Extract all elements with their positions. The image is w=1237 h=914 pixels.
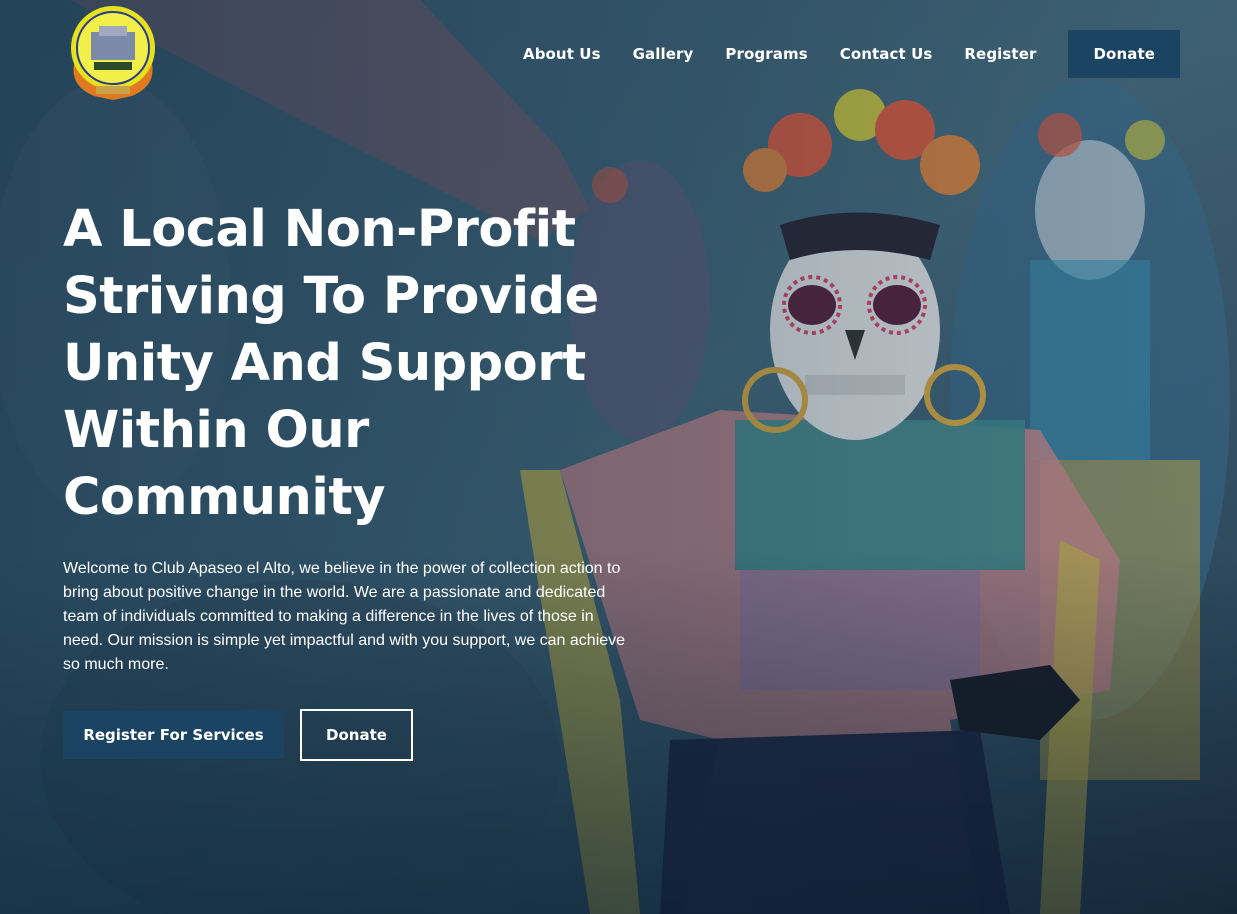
- nav-register[interactable]: Register: [964, 45, 1036, 63]
- register-for-services-button[interactable]: Register For Services: [63, 711, 284, 759]
- nav-donate-button[interactable]: Donate: [1068, 30, 1180, 78]
- nav-about-us[interactable]: About Us: [523, 45, 601, 63]
- hero-intro-text: Welcome to Club Apaseo el Alto, we belie…: [63, 560, 626, 673]
- nav-contact-us[interactable]: Contact Us: [840, 45, 933, 63]
- main-navigation: About Us Gallery Programs Contact Us Reg…: [491, 30, 1180, 78]
- hero-donate-button[interactable]: Donate: [300, 709, 413, 761]
- hero-headline: A Local Non-Profit Striving To Provide U…: [63, 200, 599, 527]
- nav-gallery[interactable]: Gallery: [633, 45, 694, 63]
- hero-section: About Us Gallery Programs Contact Us Reg…: [0, 0, 1237, 914]
- nav-programs[interactable]: Programs: [725, 45, 807, 63]
- club-logo-icon[interactable]: [66, 4, 160, 100]
